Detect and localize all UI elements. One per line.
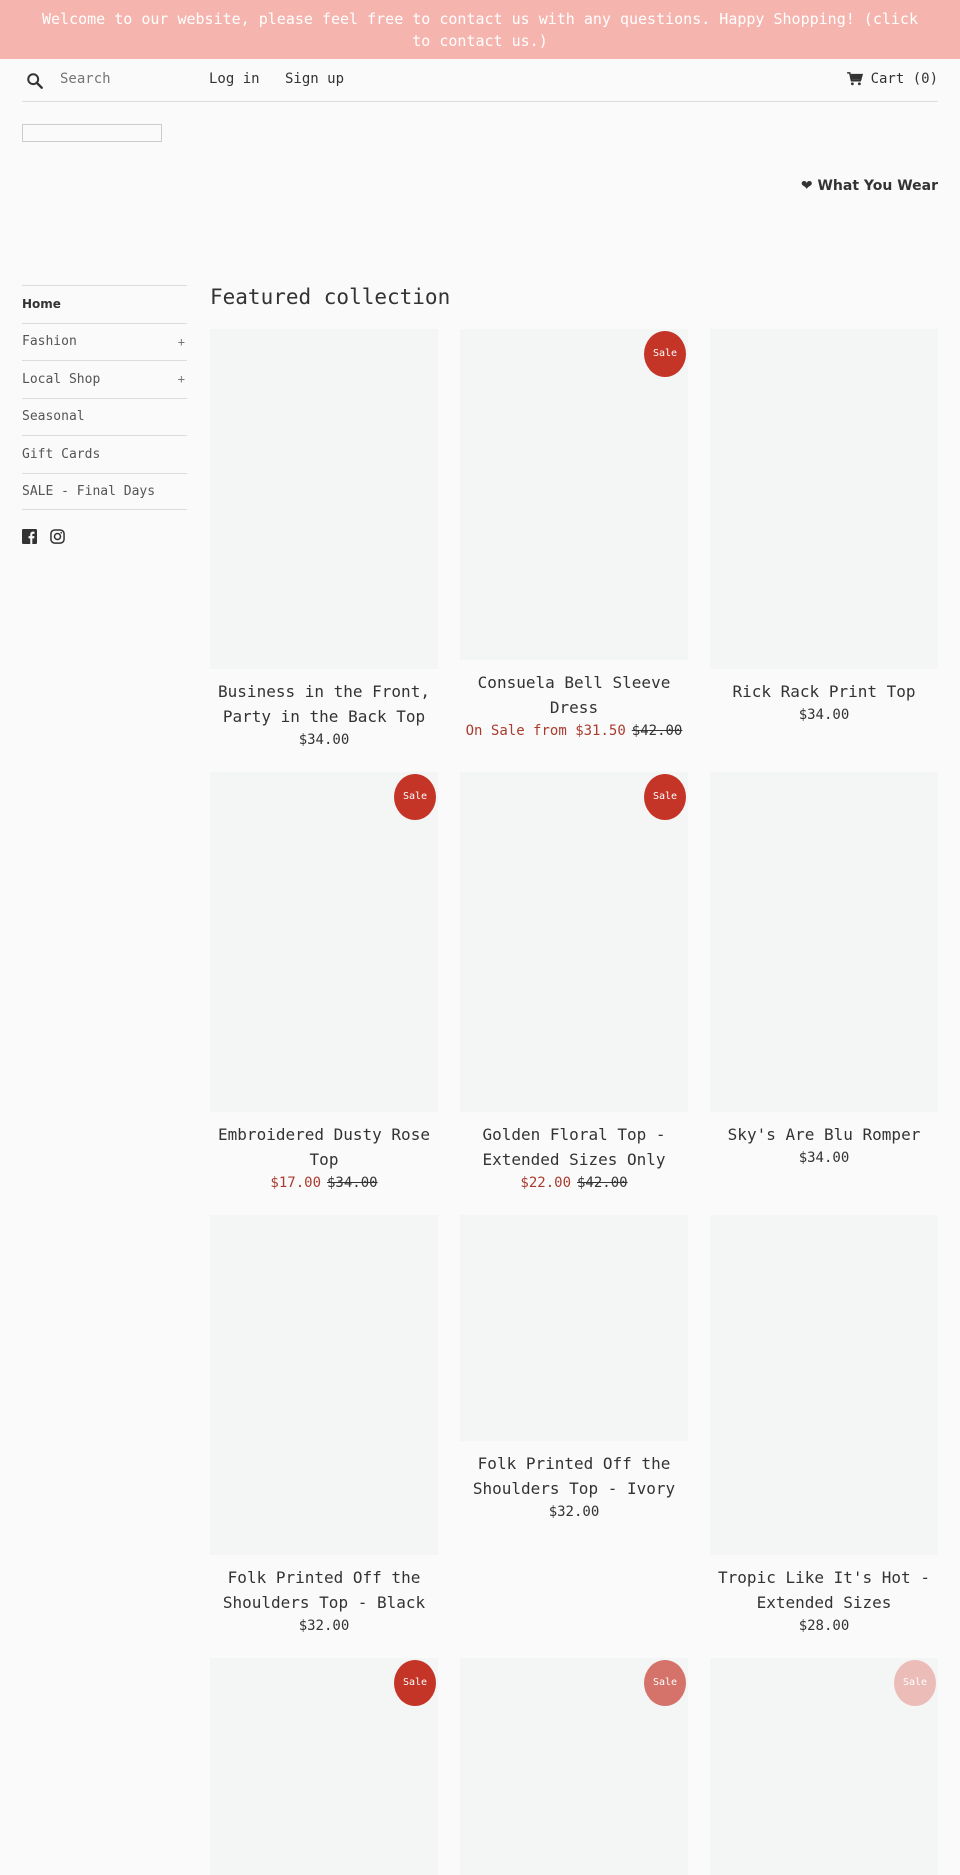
product-name[interactable]: Folk Printed Off the Shoulders Top - Ivo… [460, 1451, 688, 1501]
sidebar-item-label: Home [22, 297, 61, 312]
original-price: $42.00 [577, 1175, 628, 1191]
product-image[interactable] [210, 329, 438, 669]
product-price: $32.00 [548, 1504, 600, 1520]
product-image[interactable]: Sale [460, 1658, 688, 1875]
sale-badge: Sale [894, 1660, 936, 1706]
signup-link[interactable]: Sign up [285, 71, 344, 87]
product-name[interactable]: Rick Rack Print Top [710, 679, 938, 704]
product-name[interactable]: Sky's Are Blu Romper [710, 1122, 938, 1147]
site-tagline: ❤ What You Wear [800, 178, 938, 194]
sidebar-item-home[interactable]: Home [22, 285, 187, 323]
sidebar-item-label: Gift Cards [22, 446, 101, 462]
product-image[interactable] [210, 1215, 438, 1555]
sale-badge: Sale [644, 331, 686, 377]
product-card[interactable]: Sale Consuela Bell Sleeve Dress On Sale fr… [460, 329, 688, 741]
product-card[interactable]: Folk Printed Off the Shoulders Top - Ivo… [460, 1215, 688, 1522]
product-card[interactable]: Sky's Are Blu Romper $34.00 [710, 772, 938, 1168]
sale-badge: Sale [394, 774, 436, 820]
product-card[interactable]: Sale [710, 1658, 938, 1875]
product-name[interactable]: Embroidered Dusty Rose Top [210, 1122, 438, 1172]
product-card[interactable]: Folk Printed Off the Shoulders Top - Bla… [210, 1215, 438, 1636]
sidebar-item-label: SALE - Final Days [22, 483, 156, 499]
sidebar-item-label: Fashion [22, 334, 77, 350]
original-price: $34.00 [327, 1175, 378, 1191]
sidebar-item-sale-final-days[interactable]: SALE - Final Days [22, 472, 187, 510]
search-icon[interactable] [26, 72, 44, 90]
product-card[interactable]: Rick Rack Print Top $34.00 [710, 329, 938, 725]
product-price: On Sale from $31.50 $42.00 [460, 721, 688, 741]
sidebar-item-label: Seasonal [22, 409, 85, 425]
product-name[interactable]: Golden Floral Top - Extended Sizes Only [460, 1122, 688, 1172]
product-image[interactable] [710, 329, 938, 669]
announcement-bar[interactable]: Welcome to our website, please feel free… [0, 0, 960, 59]
sale-badge: Sale [394, 1660, 436, 1706]
product-image[interactable]: Sale [460, 772, 688, 1112]
sidebar-item-label: Local Shop [22, 371, 101, 387]
product-price: $32.00 [298, 1618, 350, 1634]
sidebar-item-fashion[interactable]: Fashion + [22, 322, 187, 361]
product-price: $34.00 [298, 732, 350, 748]
facebook-icon[interactable] [22, 529, 37, 544]
sidebar-item-seasonal[interactable]: Seasonal [22, 397, 187, 436]
cart-label: Cart (0) [870, 71, 938, 87]
header: Log in Sign up Cart (0) [22, 60, 938, 102]
sale-badge: Sale [644, 1660, 686, 1706]
product-name[interactable]: Folk Printed Off the Shoulders Top - Bla… [210, 1565, 438, 1615]
product-image[interactable] [710, 772, 938, 1112]
expand-icon[interactable]: + [178, 372, 185, 386]
product-card[interactable]: Sale Embroidered Dusty Rose Top $17.00 $34.… [210, 772, 438, 1193]
social-links [22, 529, 65, 544]
login-link[interactable]: Log in [209, 71, 260, 87]
product-card[interactable]: Sale Golden Floral Top - Extended Sizes O… [460, 772, 688, 1193]
logo-placeholder[interactable] [22, 124, 162, 142]
sale-price: On Sale from $31.50 [465, 723, 626, 739]
product-image[interactable] [460, 1215, 688, 1441]
sale-price: $22.00 [520, 1175, 571, 1191]
product-price: $22.00 $42.00 [460, 1173, 688, 1193]
cart-icon [846, 72, 863, 86]
product-image[interactable]: Sale [710, 1658, 938, 1875]
original-price: $42.00 [631, 723, 683, 739]
product-card[interactable]: Sale [460, 1658, 688, 1875]
product-image[interactable]: Sale [210, 1658, 438, 1875]
sidebar-nav: Home Fashion + Local Shop + Seasonal Gift Card… [22, 285, 187, 510]
sidebar-item-local-shop[interactable]: Local Shop + [22, 360, 187, 398]
product-name[interactable]: Business in the Front, Party in the Back… [210, 679, 438, 729]
product-image[interactable]: Sale [460, 329, 688, 660]
product-name[interactable]: Tropic Like It's Hot - Extended Sizes [710, 1565, 938, 1615]
product-price: $34.00 [798, 1150, 850, 1166]
sale-price: $17.00 [270, 1175, 321, 1191]
product-card[interactable]: Business in the Front, Party in the Back… [210, 329, 438, 750]
product-price: $34.00 [798, 707, 850, 723]
product-price: $28.00 [798, 1618, 850, 1634]
product-name[interactable]: Consuela Bell Sleeve Dress [460, 670, 688, 720]
search-input[interactable] [60, 68, 210, 90]
product-image[interactable] [710, 1215, 938, 1555]
product-card[interactable]: Tropic Like It's Hot - Extended Sizes $28… [710, 1215, 938, 1636]
instagram-icon[interactable] [50, 529, 65, 544]
product-image[interactable]: Sale [210, 772, 438, 1112]
collection-title: Featured collection [210, 285, 451, 309]
expand-icon[interactable]: + [178, 335, 185, 349]
product-price: $17.00 $34.00 [210, 1173, 438, 1193]
cart-link[interactable]: Cart (0) [846, 71, 938, 87]
sale-badge: Sale [644, 774, 686, 820]
sidebar-item-gift-cards[interactable]: Gift Cards [22, 435, 187, 473]
product-card[interactable]: Sale [210, 1658, 438, 1875]
